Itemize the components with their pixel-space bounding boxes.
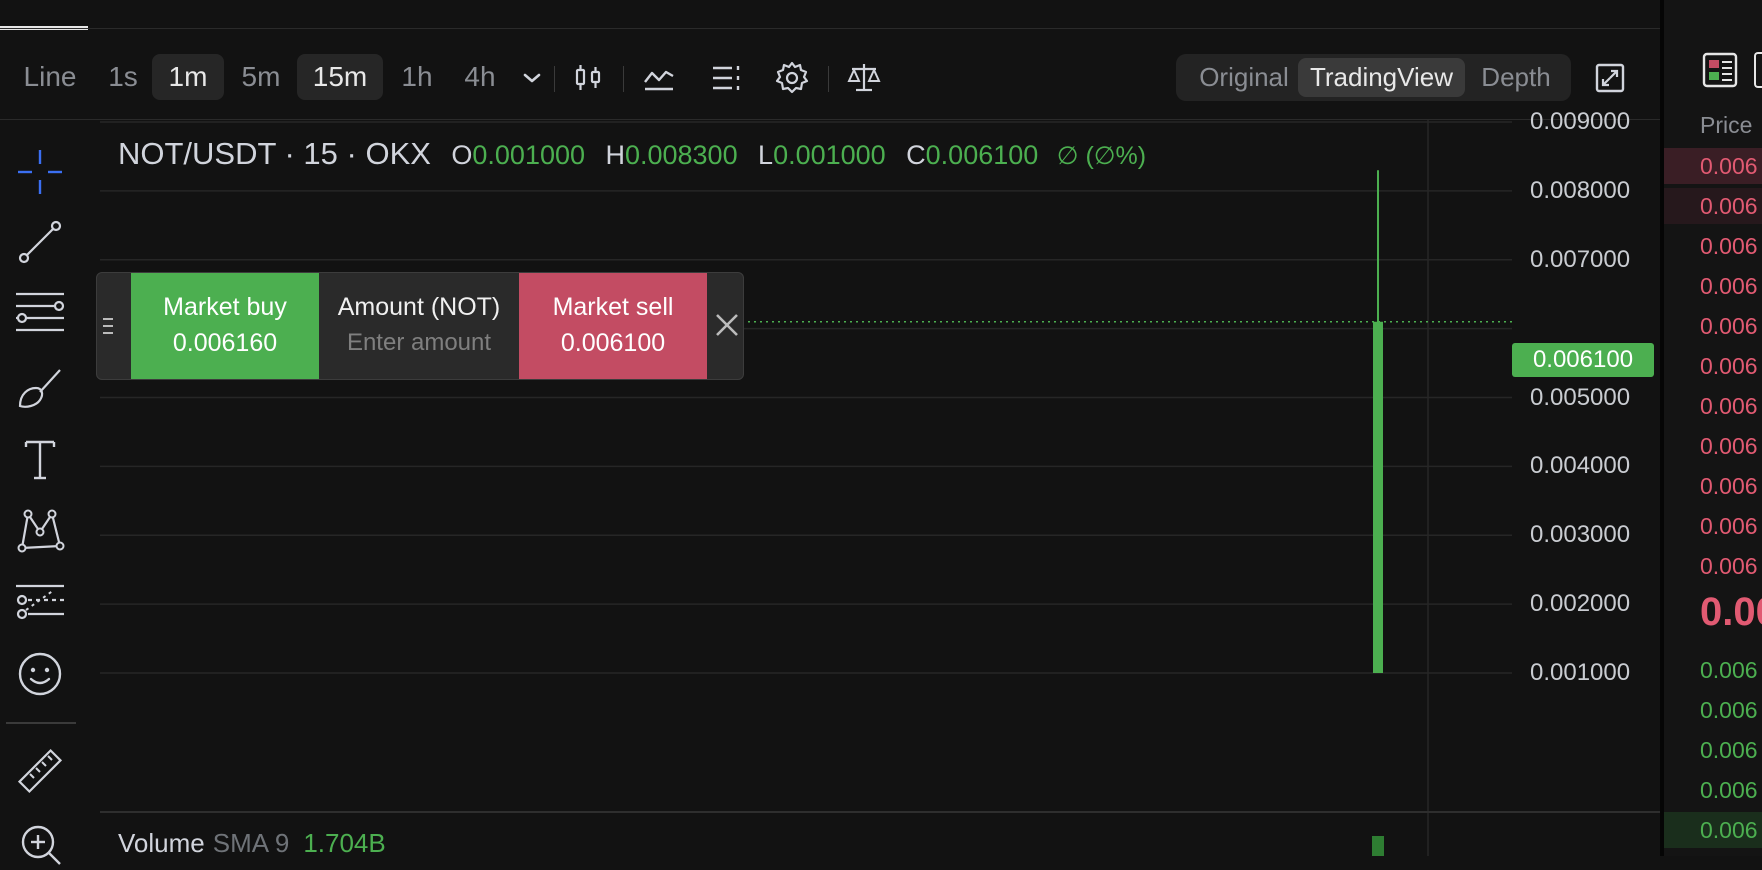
expand-icon[interactable] xyxy=(1592,60,1628,96)
volume-legend: Volume SMA 9 1.704B xyxy=(118,828,386,859)
candles-layer xyxy=(1373,170,1383,673)
drag-handle-icon[interactable] xyxy=(101,315,115,339)
orderbook-asks-icon[interactable] xyxy=(1754,52,1762,88)
orderbook-ask-row[interactable]: 0.006 xyxy=(1664,268,1762,304)
timeframe-15m[interactable]: 15m xyxy=(297,54,383,100)
orderbook-bid-row[interactable]: 0.006 xyxy=(1664,692,1762,728)
current-price-label: 0.006100 xyxy=(1512,343,1654,377)
orderbook-bid-row[interactable]: 0.006 xyxy=(1664,772,1762,808)
buy-label: Market buy xyxy=(163,293,287,321)
high-value: 0.008300 xyxy=(624,140,738,170)
orderbook-bid-row[interactable]: 0.006 xyxy=(1664,652,1762,688)
toolbar-separator xyxy=(623,66,624,92)
chart-type-line[interactable]: Line xyxy=(10,54,90,100)
timeframe-1h[interactable]: 1h xyxy=(393,54,441,100)
price-tick-label: 0.002000 xyxy=(1530,590,1631,618)
low-label: L xyxy=(758,140,774,170)
volume-sma-label: SMA 9 xyxy=(212,828,290,858)
view-tradingview[interactable]: TradingView xyxy=(1298,58,1465,97)
orderbook-price-header: Price xyxy=(1700,112,1753,138)
price-tick-label: 0.007000 xyxy=(1530,245,1631,273)
price-tick-label: 0.001000 xyxy=(1530,659,1631,686)
orderbook-ask-row[interactable]: 0.006 xyxy=(1664,228,1762,264)
volume-label: Volume xyxy=(118,828,205,858)
sell-price: 0.006100 xyxy=(560,329,666,357)
orderbook-ask-row[interactable]: 0.006 xyxy=(1664,428,1762,464)
orderbook-ask-row[interactable]: 0.006 xyxy=(1664,188,1762,224)
scale-icon[interactable] xyxy=(846,60,882,96)
amount-input[interactable] xyxy=(329,327,509,359)
volume-value: 1.704B xyxy=(303,828,386,858)
orderbook-ask-row[interactable]: 0.006 xyxy=(1664,548,1762,584)
timeframe-1m[interactable]: 1m xyxy=(152,54,224,100)
orderbook-ask-row[interactable]: 0.006 xyxy=(1664,148,1762,184)
orderbook-both-icon[interactable] xyxy=(1702,52,1738,88)
chart-grid xyxy=(100,121,1512,674)
amount-label: Amount (NOT) xyxy=(337,293,501,321)
toolbar-separator xyxy=(828,66,829,92)
orderbook-ask-row[interactable]: 0.006 xyxy=(1664,308,1762,344)
price-tick-label: 0.009000 xyxy=(1530,108,1631,135)
market-sell-button[interactable]: Market sell 0.006100 xyxy=(519,273,707,379)
price-tick-label: 0.008000 xyxy=(1530,176,1631,204)
open-label: O xyxy=(451,140,473,170)
close-label: C xyxy=(906,140,926,170)
amount-field: Amount (NOT) xyxy=(319,273,519,379)
view-original[interactable]: Original xyxy=(1184,58,1304,97)
chart-toolbar: Line 1s 1m 5m 15m 1h 4h Original Trading… xyxy=(0,46,1660,106)
timeframe-4h[interactable]: 4h xyxy=(452,54,508,100)
close-value: 0.006100 xyxy=(925,140,1039,170)
sell-label: Market sell xyxy=(552,293,674,321)
orderbook-ask-row[interactable]: 0.006 xyxy=(1664,388,1762,424)
chevron-down-icon[interactable] xyxy=(514,60,550,96)
timeframe-5m[interactable]: 5m xyxy=(234,54,288,100)
candle-body[interactable] xyxy=(1373,321,1383,673)
price-chart[interactable] xyxy=(0,120,1660,856)
layout-list-icon[interactable] xyxy=(708,60,744,96)
candlestick-icon[interactable] xyxy=(570,60,606,96)
orderbook-mid-price: 0.00 xyxy=(1700,590,1762,634)
indicator-icon[interactable] xyxy=(641,60,677,96)
toolbar-separator xyxy=(554,66,555,92)
price-tick-label: 0.005000 xyxy=(1530,383,1631,411)
gear-icon[interactable] xyxy=(774,60,810,96)
orderbook-ask-row[interactable]: 0.006 xyxy=(1664,348,1762,384)
order-book: Price 0.006 0.006 0.006 0.006 0.006 0.006 0.00… xyxy=(1664,0,1762,856)
market-buy-button[interactable]: Market buy 0.006160 xyxy=(131,273,319,379)
open-value: 0.001000 xyxy=(472,140,586,170)
high-label: H xyxy=(605,140,625,170)
top-divider xyxy=(0,28,1660,29)
low-value: 0.001000 xyxy=(773,140,886,170)
buy-price: 0.006160 xyxy=(172,329,278,357)
volume-bar xyxy=(1372,836,1384,856)
chart-legend: NOT/USDT · 15 · OKX O0.001000 H0.008300 … xyxy=(118,134,1146,174)
price-tick-label: 0.004000 xyxy=(1530,452,1631,480)
orderbook-bid-row[interactable]: 0.006 xyxy=(1664,732,1762,768)
orderbook-ask-row[interactable]: 0.006 xyxy=(1664,508,1762,544)
orderbook-bid-row[interactable]: 0.006 xyxy=(1664,812,1762,848)
orderbook-ask-row[interactable]: 0.006 xyxy=(1664,468,1762,504)
symbol-label[interactable]: NOT/USDT · 15 · OKX xyxy=(118,136,431,171)
close-icon[interactable] xyxy=(709,307,745,343)
view-depth[interactable]: Depth xyxy=(1466,58,1566,97)
change-value: ∅ (∅%) xyxy=(1056,142,1147,170)
price-tick-label: 0.003000 xyxy=(1530,521,1631,549)
view-switcher: Original TradingView Depth xyxy=(1176,54,1571,101)
timeframe-1s[interactable]: 1s xyxy=(100,54,146,100)
quick-order-panel: Market buy 0.006160 Amount (NOT) Market … xyxy=(96,272,744,380)
